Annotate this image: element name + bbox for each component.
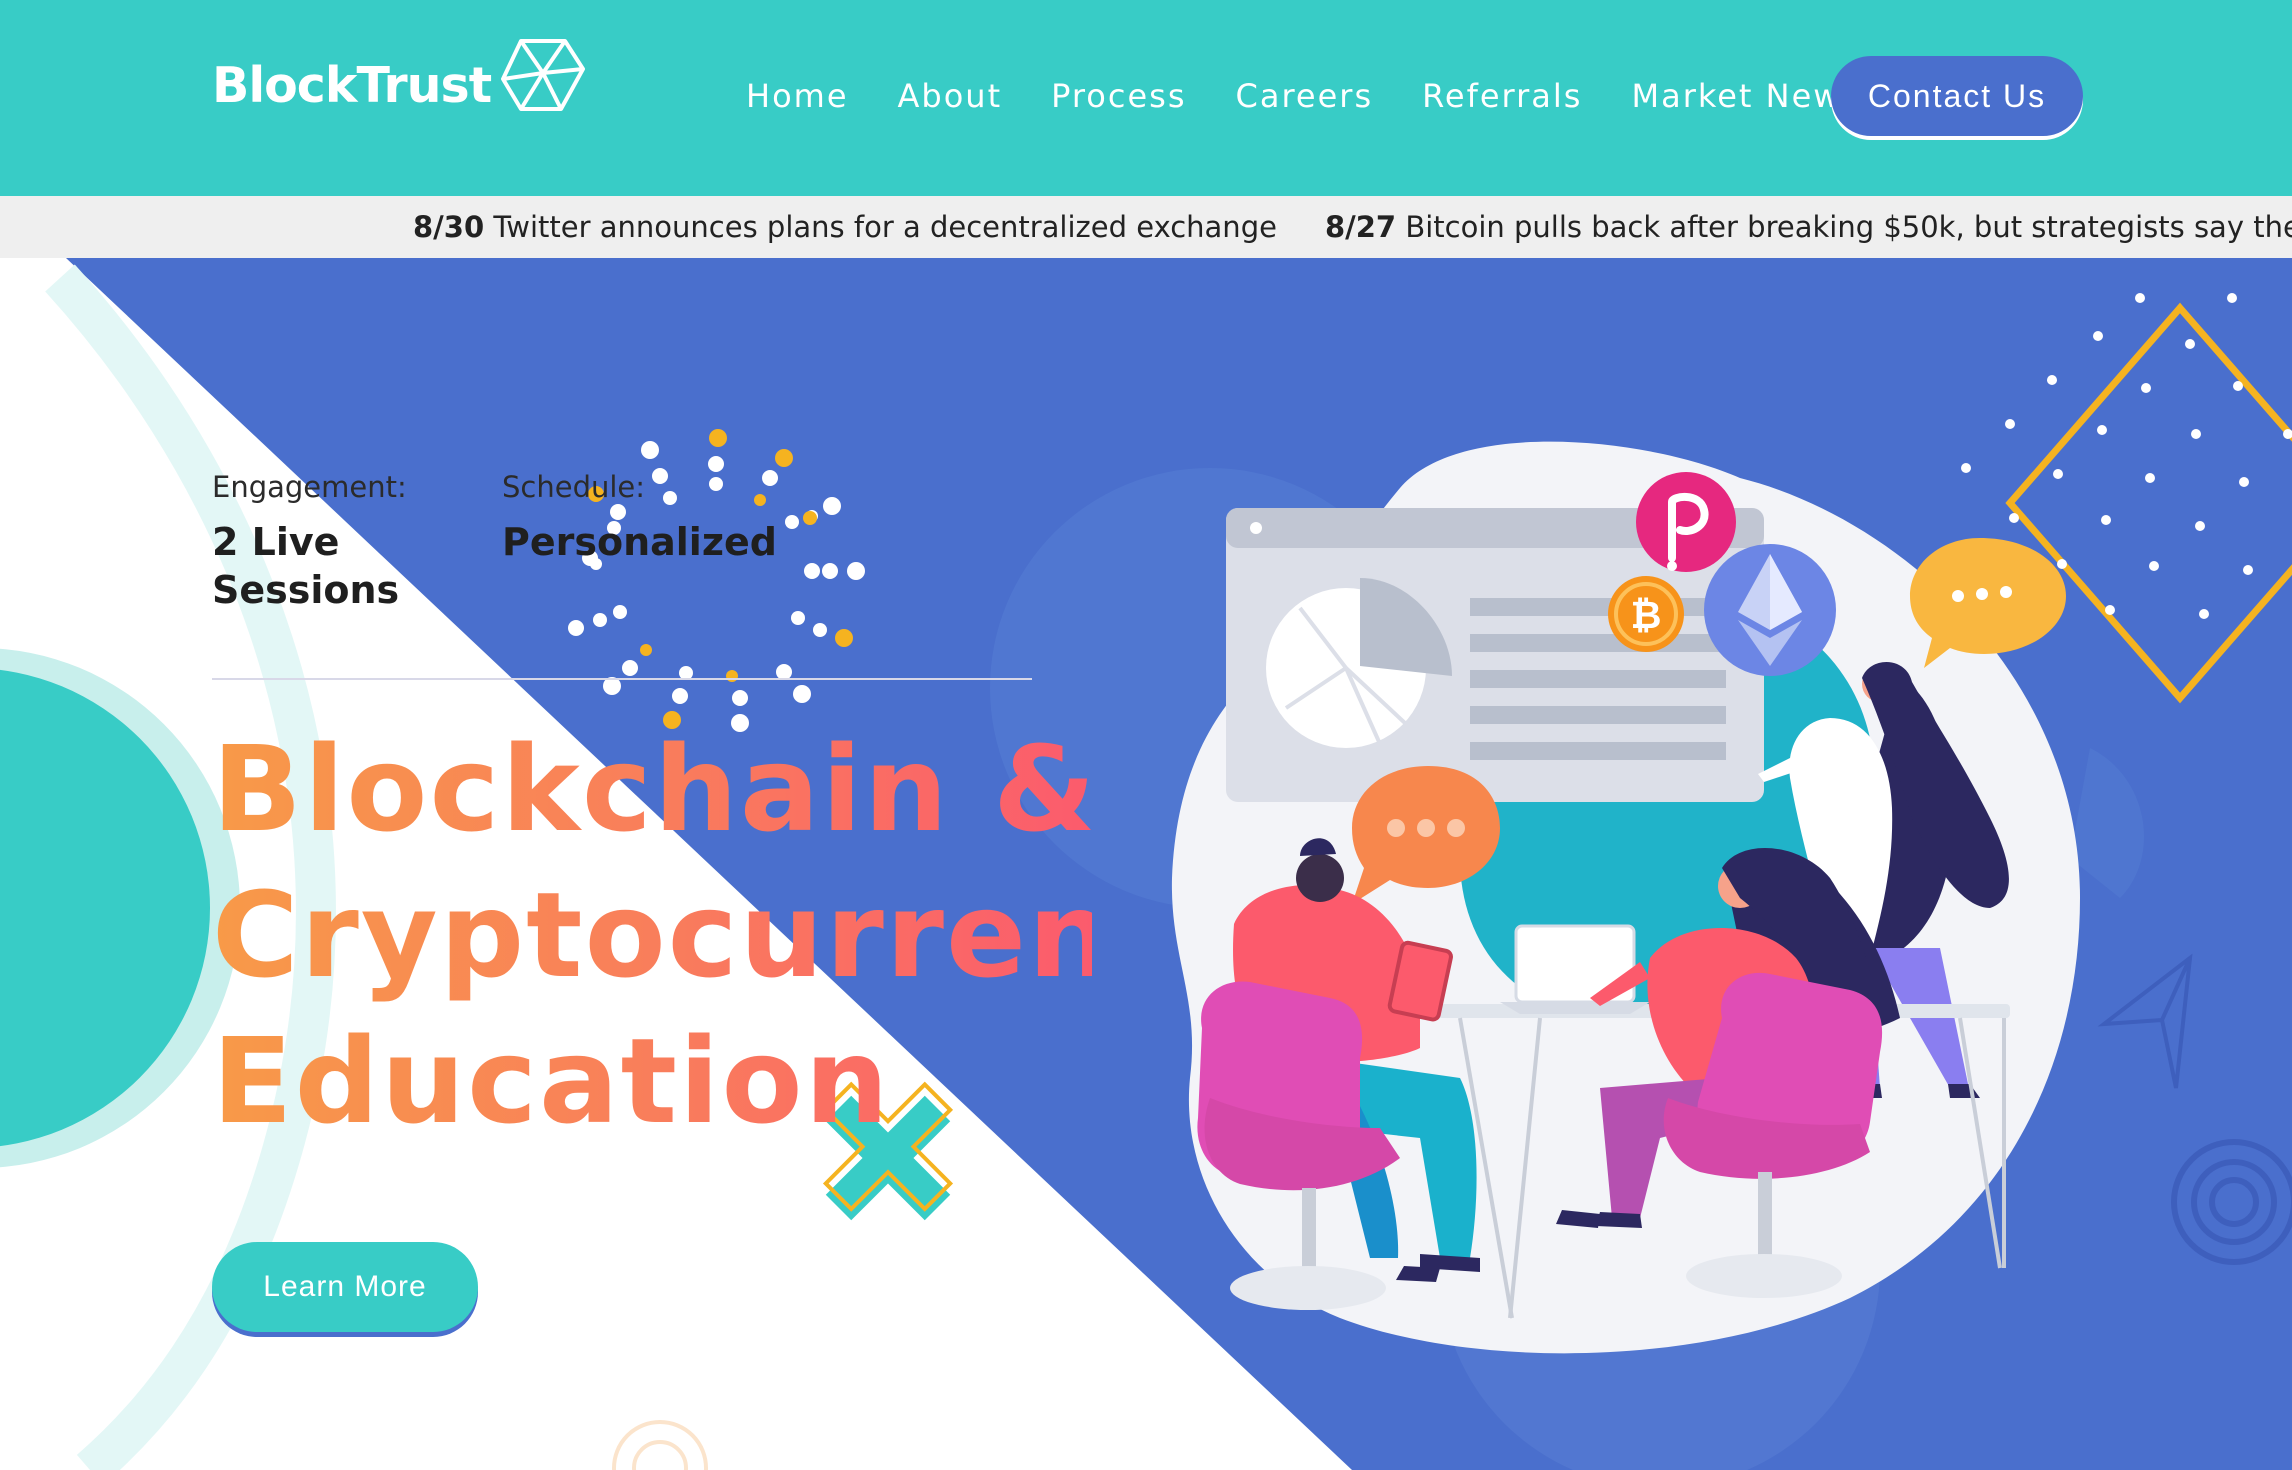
svg-text:₿: ₿	[1631, 593, 1662, 637]
nav-referrals[interactable]: Referrals	[1422, 66, 1582, 126]
headline-line: Blockchain &	[212, 720, 1098, 858]
polkadot-coin-icon	[1636, 472, 1736, 572]
contact-us-button[interactable]: Contact Us	[1831, 56, 2083, 136]
news-ticker: 8/30 Twitter announces plans for a decen…	[0, 196, 2292, 258]
hero-divider	[212, 678, 1032, 680]
engagement-value-line2: Sessions	[212, 568, 400, 612]
engagement-block: Engagement: 2 Live Sessions	[212, 470, 407, 614]
cube-logo-icon	[501, 39, 586, 111]
brand-logo[interactable]: BlockTrust	[212, 39, 587, 130]
brand-name[interactable]: BlockTrust	[212, 57, 492, 114]
headline-line: Education	[212, 1012, 891, 1150]
ticker-headline: Bitcoin pulls back after breaking $50k, …	[1405, 210, 2292, 244]
engagement-label: Engagement:	[212, 470, 407, 504]
schedule-value: Personalized	[502, 520, 777, 564]
engagement-value: 2 Live Sessions	[212, 518, 407, 614]
ticker-item[interactable]: 8/27 Bitcoin pulls back after breaking $…	[1325, 210, 2292, 244]
learn-more-button[interactable]: Learn More	[212, 1242, 478, 1332]
nav-about[interactable]: About	[898, 66, 1003, 126]
schedule-label: Schedule:	[502, 470, 646, 504]
nav-market-news[interactable]: Market News	[1631, 66, 1860, 126]
ticker-item[interactable]: 8/30 Twitter announces plans for a decen…	[413, 210, 1277, 244]
engagement-value-line1: 2 Live	[212, 520, 340, 564]
ticker-date: 8/30	[413, 210, 485, 244]
site-header: BlockTrust Home About Process Careers Re…	[0, 0, 2292, 196]
hero-headline: Blockchain & Cryptocurren Education	[212, 716, 1092, 1154]
main-nav: Home About Process Careers Referrals Mar…	[746, 66, 1909, 126]
bitcoin-coin-icon: ₿	[1608, 576, 1684, 652]
ticker-headline: Twitter announces plans for a decentrali…	[493, 210, 1277, 244]
nav-process[interactable]: Process	[1051, 66, 1186, 126]
ticker-track: 8/30 Twitter announces plans for a decen…	[413, 196, 2292, 258]
ethereum-coin-icon	[1704, 544, 1836, 676]
nav-careers[interactable]: Careers	[1236, 66, 1374, 126]
nav-home[interactable]: Home	[746, 66, 849, 126]
ticker-date: 8/27	[1324, 210, 1397, 244]
headline-line: Cryptocurren	[212, 866, 1115, 1004]
schedule-block: Schedule: Personalized	[502, 470, 777, 566]
hero-section: ₿ Engagement: 2 Live Sessions Schedule: …	[0, 258, 2292, 1470]
